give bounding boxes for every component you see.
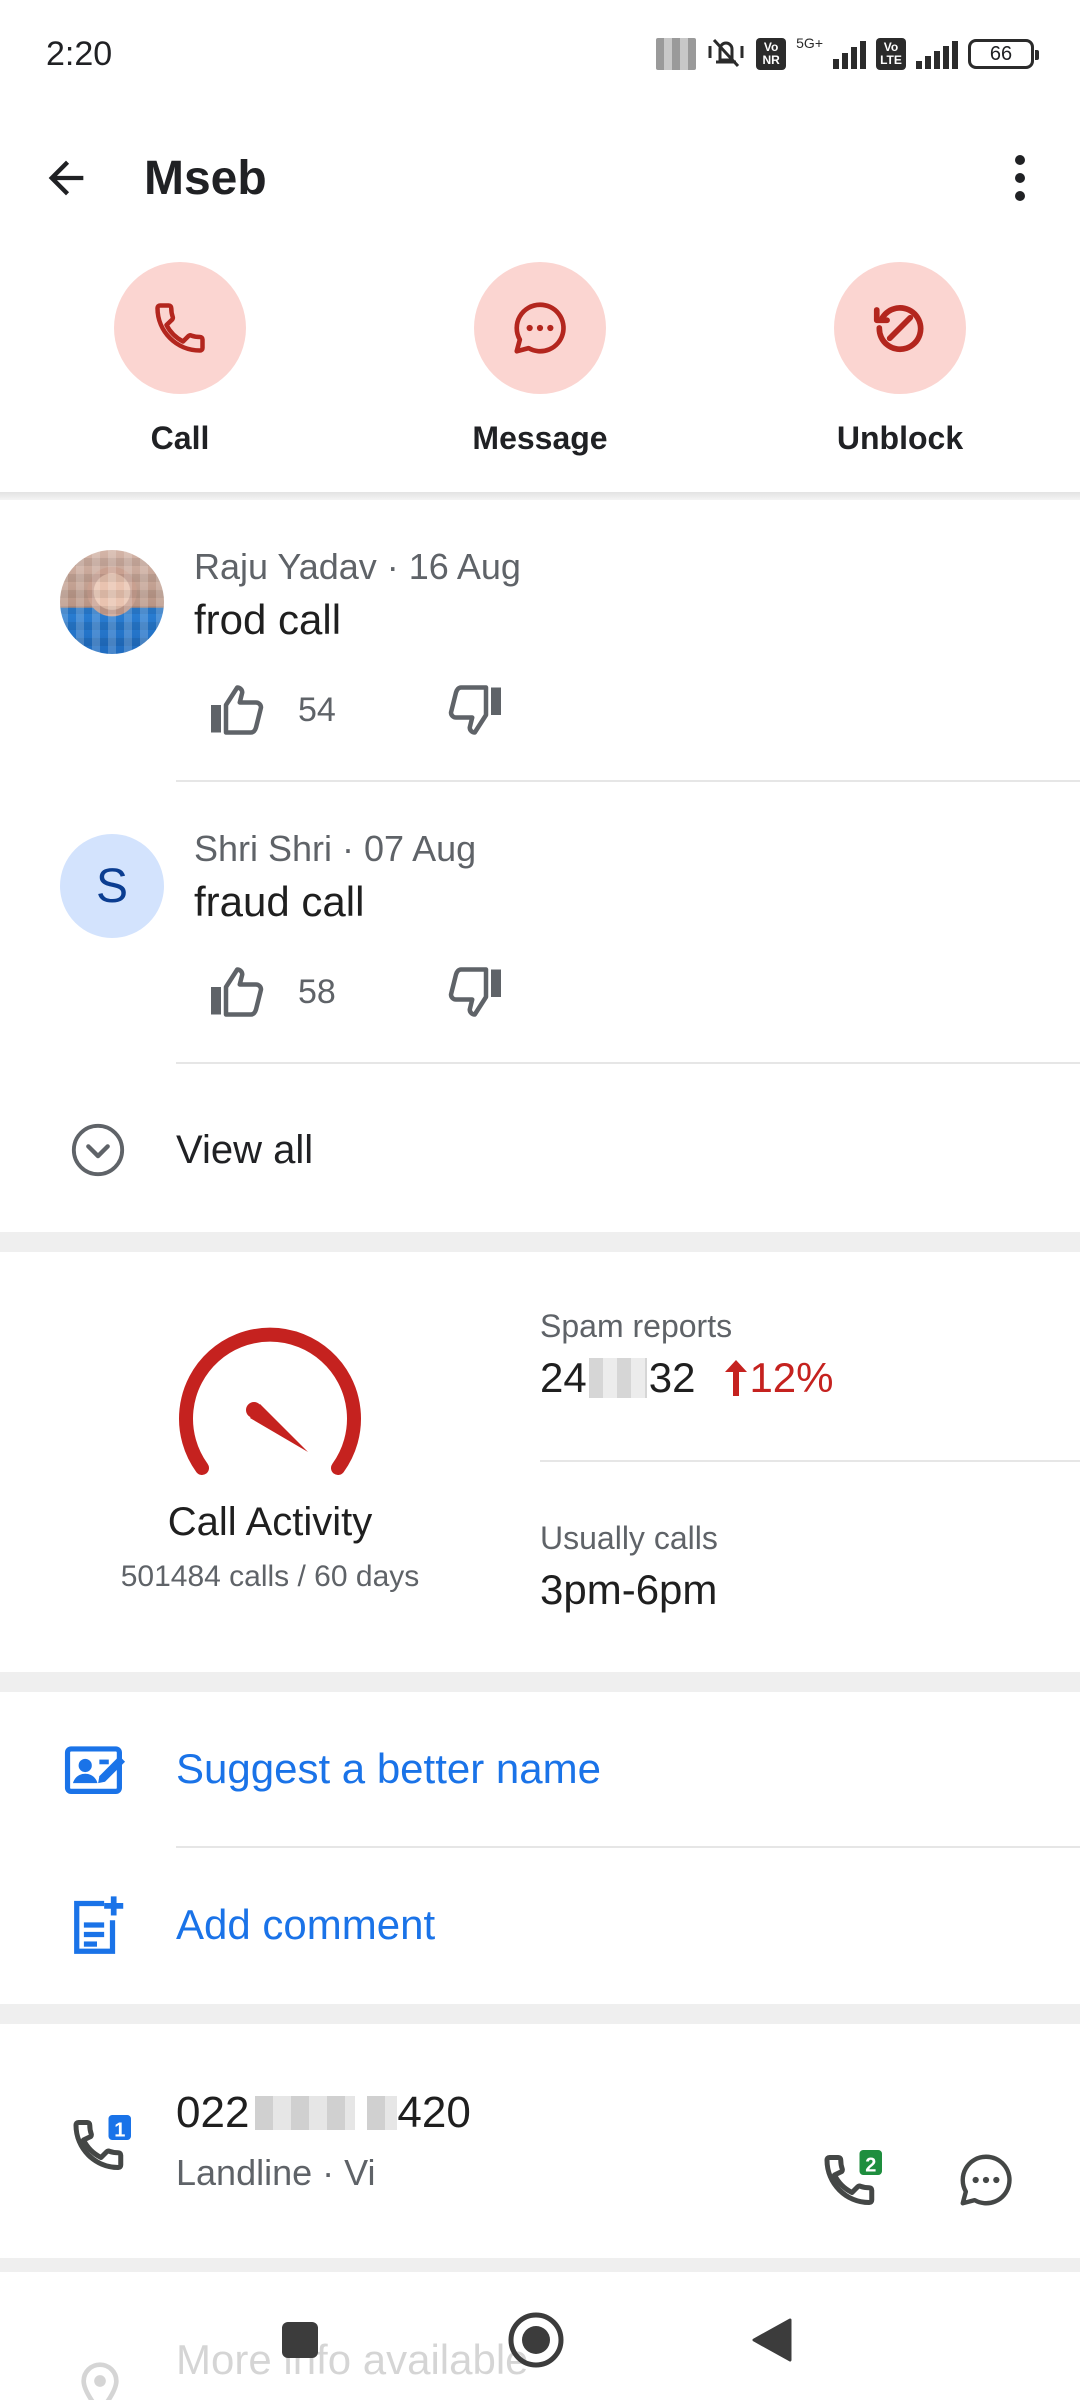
like-count: 58 [298,972,336,1011]
chat-bubble-icon [514,302,566,354]
back-nav-button[interactable] [732,2300,812,2380]
signal-1-icon [833,39,866,69]
speedometer-icon [179,1327,361,1475]
svg-text:1: 1 [114,2119,125,2141]
link-divider [176,1846,1080,1848]
expand-circle-icon [68,1120,128,1180]
comment-text: fraud call [194,878,365,925]
home-circle-icon [508,2312,564,2368]
action-buttons: Call Message Unblock [0,262,1080,492]
add-comment-label: Add comment [176,1901,436,1948]
section-separator [0,1672,1080,1692]
section-separator [0,2004,1080,2024]
status-bar: 2:20 Vo NR 5G+ Vo LTE 66 [0,0,1080,108]
back-button[interactable] [26,138,106,218]
comment-meta: Shri Shri · 07 Aug [194,828,477,869]
phone-type: Landline · Vi [176,2152,376,2193]
call-button[interactable]: Call [60,262,300,457]
phone-number-row[interactable]: 1 022 420 Landline · Vi 2 [0,2040,1080,2240]
app-bar: Mseb [0,108,1080,248]
call-label: Call [150,420,210,456]
thumb-down-icon [448,685,501,735]
like-button[interactable]: 54 [204,680,336,740]
message-number-button[interactable] [946,2140,1026,2220]
add-comment-button[interactable]: Add comment [0,1850,1080,2000]
network-type: 5G+ [796,34,823,51]
section-separator [0,1232,1080,1252]
spam-reports-label: Spam reports [540,1308,733,1344]
more-options-button[interactable] [1000,138,1040,218]
suggest-name-button[interactable]: Suggest a better name [0,1694,1080,1844]
unblock-label: Unblock [836,420,964,456]
thumb-up-icon [211,967,264,1017]
stats-divider [540,1460,1080,1462]
add-note-icon [62,1890,132,1960]
status-time: 2:20 [46,34,113,73]
status-icons: Vo NR 5G+ Vo LTE 66 [656,34,1039,75]
commenter-avatar [60,550,164,654]
message-label: Message [472,420,608,456]
triangle-back-icon [752,2318,792,2362]
comment-meta: Raju Yadav · 16 Aug [194,546,521,587]
message-button[interactable]: Message [420,262,660,457]
view-all-button[interactable]: View all [0,1098,1080,1202]
arrow-back-icon [48,160,84,196]
header-divider [0,492,1080,500]
chat-bubble-icon [960,2154,1012,2206]
navigation-bar [0,2280,1080,2400]
call-activity-subtitle: 501484 calls / 60 days [120,1560,420,1593]
vibrate-silent-icon [706,34,746,75]
redacted-digits [255,2096,356,2130]
phone-icon [155,303,205,353]
like-count: 54 [298,690,336,729]
commenter-avatar: S [60,834,164,938]
sim-2-call-icon: 2 [824,2150,882,2205]
edit-contact-icon [62,1734,132,1804]
thumb-up-icon [211,685,264,735]
recents-button[interactable] [260,2300,340,2380]
call-activity-title: Call Activity [167,1500,373,1544]
redacted-digits [367,2096,398,2130]
unblock-icon [873,305,924,353]
volte-nr-badge: Vo NR [756,38,787,70]
phone-number: 022 420 [176,2088,471,2137]
contact-name: Mseb [144,151,267,205]
volte-lte-badge: Vo LTE [876,38,906,70]
unblock-circle[interactable] [834,262,966,394]
spam-reports-value: 24 32 12% [540,1354,834,1402]
comment-divider [176,780,1080,782]
svg-text:2: 2 [865,2154,876,2176]
message-circle[interactable] [474,262,606,394]
usually-calls-value: 3pm-6pm [540,1566,718,1613]
dislike-button[interactable] [444,680,508,740]
like-button[interactable]: 58 [204,962,336,1022]
notification-icon [656,38,697,70]
call-circle[interactable] [114,262,246,394]
usually-calls-label: Usually calls [540,1520,718,1556]
sim-1-call-icon[interactable]: 1 [66,2110,136,2180]
sim-2-call-button[interactable]: 2 [812,2140,892,2220]
comment-text: frod call [194,596,342,643]
comment-divider [176,1062,1080,1064]
section-separator [0,2258,1080,2272]
home-button[interactable] [496,2300,576,2380]
signal-2-icon [916,39,958,69]
battery-icon: 66 [968,39,1039,69]
arrow-up-icon [725,1360,748,1396]
thumb-down-icon [448,967,501,1017]
more-vert-icon [1015,155,1025,201]
view-all-label: View all [176,1127,314,1172]
spam-trend: 12% [723,1354,834,1402]
redacted-digits [588,1358,647,1398]
unblock-button[interactable]: Unblock [780,262,1020,457]
dislike-button[interactable] [444,962,508,1022]
square-icon [282,2322,318,2358]
suggest-name-label: Suggest a better name [176,1745,601,1792]
